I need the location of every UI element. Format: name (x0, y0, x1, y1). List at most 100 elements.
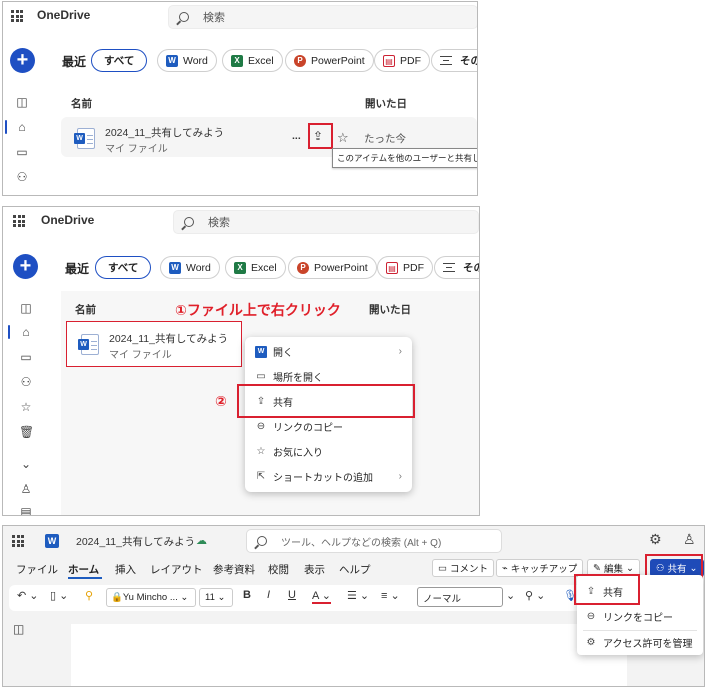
home-icon[interactable]: ⌂ (15, 120, 29, 134)
filter-word[interactable]: W Word (160, 256, 220, 279)
folder-icon[interactable]: ▭ (19, 350, 33, 364)
font-name-value: Yu Mincho ... (122, 592, 178, 603)
favorites-icon[interactable]: ☆ (19, 400, 33, 414)
create-new-button[interactable]: + (10, 48, 35, 73)
tab-insert[interactable]: 挿入 (115, 562, 136, 577)
tab-references[interactable]: 参考資料 (213, 562, 255, 577)
filter-word[interactable]: W Word (157, 49, 217, 72)
app-launcher-icon[interactable] (13, 215, 25, 227)
filter-other[interactable]: その (434, 256, 479, 279)
people-icon[interactable]: ⚇ (19, 375, 33, 389)
filter-all[interactable]: すべて (91, 49, 148, 72)
filter-other[interactable]: その (431, 49, 477, 72)
trash-icon[interactable]: 🗑 (19, 425, 34, 439)
create-new-button[interactable]: + (13, 254, 38, 279)
format-painter-icon[interactable]: ⚲ (85, 589, 93, 602)
underline-icon[interactable]: U (288, 589, 296, 601)
menu-item-favorite[interactable]: ☆ お気に入り (245, 439, 412, 464)
more-actions-icon[interactable]: ... (292, 130, 301, 142)
bold-icon[interactable]: B (243, 589, 251, 601)
dropdown-manage-access[interactable]: ⚙ アクセス許可を管理 (577, 630, 703, 655)
filter-excel[interactable]: X Excel (222, 49, 283, 72)
person-icon[interactable]: ♙ (19, 482, 33, 496)
style-select[interactable]: ノーマル (417, 587, 503, 607)
gear-icon: ⚙ (586, 636, 596, 648)
chevron-down-icon[interactable]: ⌄ (19, 457, 33, 471)
tab-help[interactable]: ヘルプ (339, 562, 371, 577)
pdf-icon: ▤ (386, 261, 398, 274)
filter-pdf[interactable]: ▤ PDF (377, 256, 433, 279)
section-title: 最近 (65, 262, 90, 276)
filter-all-label: すべて (108, 262, 139, 274)
document-canvas[interactable] (71, 624, 627, 686)
shortcut-icon: ⇱ (256, 470, 266, 482)
home-icon[interactable]: ⌂ (19, 325, 33, 339)
font-color-icon[interactable]: A ⌄ (312, 589, 332, 604)
style-chevron-icon[interactable]: ⌄ (506, 589, 515, 602)
search-icon (184, 217, 194, 227)
bullets-icon[interactable]: ☰ ⌄ (347, 589, 369, 602)
folder-icon[interactable]: ▭ (15, 145, 29, 159)
filter-powerpoint[interactable]: P PowerPoint (288, 256, 377, 279)
catchup-button[interactable]: ⌁ キャッチアップ (496, 559, 584, 577)
word-icon: W (169, 261, 181, 274)
menu-open-location-label: 場所を開く (273, 373, 323, 384)
document-icon[interactable]: ▤ (19, 505, 33, 515)
share-icon[interactable]: ⇪ (313, 129, 323, 143)
column-opened[interactable]: 開いた日 (365, 96, 407, 111)
favorite-star-icon[interactable]: ☆ (337, 130, 349, 146)
word-doc-icon: W (74, 128, 95, 149)
search-box[interactable]: ツール、ヘルプなどの検索 (Alt + Q) (246, 529, 502, 553)
filter-all[interactable]: すべて (95, 256, 152, 279)
search-box[interactable]: 検索 (168, 5, 477, 29)
italic-icon[interactable]: I (267, 589, 270, 601)
sidebar-icon[interactable]: ◫ (15, 95, 29, 109)
active-indicator (8, 325, 10, 339)
tab-view[interactable]: 表示 (304, 562, 325, 577)
menu-item-open[interactable]: W 開く › (245, 339, 412, 364)
font-size-select[interactable]: 11 ⌄ (199, 588, 233, 607)
search-placeholder: ツール、ヘルプなどの検索 (Alt + Q) (281, 537, 442, 549)
tab-file[interactable]: ファイル (16, 562, 58, 577)
column-name[interactable]: 名前 (71, 96, 92, 111)
settings-gear-icon[interactable]: ⚙ (649, 531, 662, 548)
dropdown-copy-link[interactable]: ⊖ リンクをコピー (577, 604, 703, 629)
filter-powerpoint[interactable]: P PowerPoint (285, 49, 374, 72)
people-icon[interactable]: ⚇ (15, 170, 29, 184)
powerpoint-icon: P (297, 261, 309, 274)
font-name-select[interactable]: 🔒Yu Mincho ... ⌄ (106, 588, 196, 607)
pdf-icon: ▤ (383, 54, 395, 67)
search-box[interactable]: 検索 (173, 210, 479, 234)
column-name[interactable]: 名前 (75, 302, 96, 317)
app-launcher-icon[interactable] (12, 535, 24, 547)
undo-icon[interactable]: ↶ ⌄ (17, 589, 39, 602)
powerpoint-icon: P (294, 54, 306, 67)
comment-button[interactable]: ▭ コメント (432, 559, 494, 577)
menu-item-add-shortcut[interactable]: ⇱ ショートカットの追加 › (245, 464, 412, 489)
doc-title[interactable]: 2024_11_共有してみよう (76, 534, 195, 549)
filter-excel[interactable]: X Excel (225, 256, 286, 279)
onedrive-panel-context-menu: OneDrive 検索 + ◫ ⌂ ▭ ⚇ ☆ 🗑 ⌄ ♙ ▤ 最近 すべて W… (2, 206, 480, 516)
comment-label: コメント (449, 564, 488, 575)
sidebar-icon[interactable]: ◫ (19, 301, 33, 315)
folder-icon: ▭ (256, 370, 266, 382)
file-name[interactable]: 2024_11_共有してみよう (105, 125, 224, 140)
align-icon[interactable]: ≡ ⌄ (381, 589, 400, 602)
word-app-icon: W (45, 534, 59, 548)
filter-icon (443, 263, 455, 272)
font-size-value: 11 (205, 592, 215, 603)
find-icon[interactable]: ⚲ ⌄ (525, 589, 545, 602)
search-icon (257, 536, 267, 546)
tab-home[interactable]: ホーム (68, 562, 99, 577)
paste-icon[interactable]: ▯ ⌄ (50, 589, 68, 602)
file-location: マイ ファイル (105, 144, 168, 155)
tab-layout[interactable]: レイアウト (150, 562, 203, 577)
tab-review[interactable]: 校閲 (268, 562, 289, 577)
file-name[interactable]: 2024_11_共有してみよう (109, 331, 228, 346)
sidebar-pane-icon[interactable]: ◫ (13, 622, 24, 636)
app-launcher-icon[interactable] (11, 10, 23, 22)
account-icon[interactable]: ♙ (683, 531, 696, 548)
column-opened[interactable]: 開いた日 (369, 302, 411, 317)
menu-copy-link-label: リンクのコピー (273, 423, 343, 434)
filter-pdf[interactable]: ▤ PDF (374, 49, 430, 72)
